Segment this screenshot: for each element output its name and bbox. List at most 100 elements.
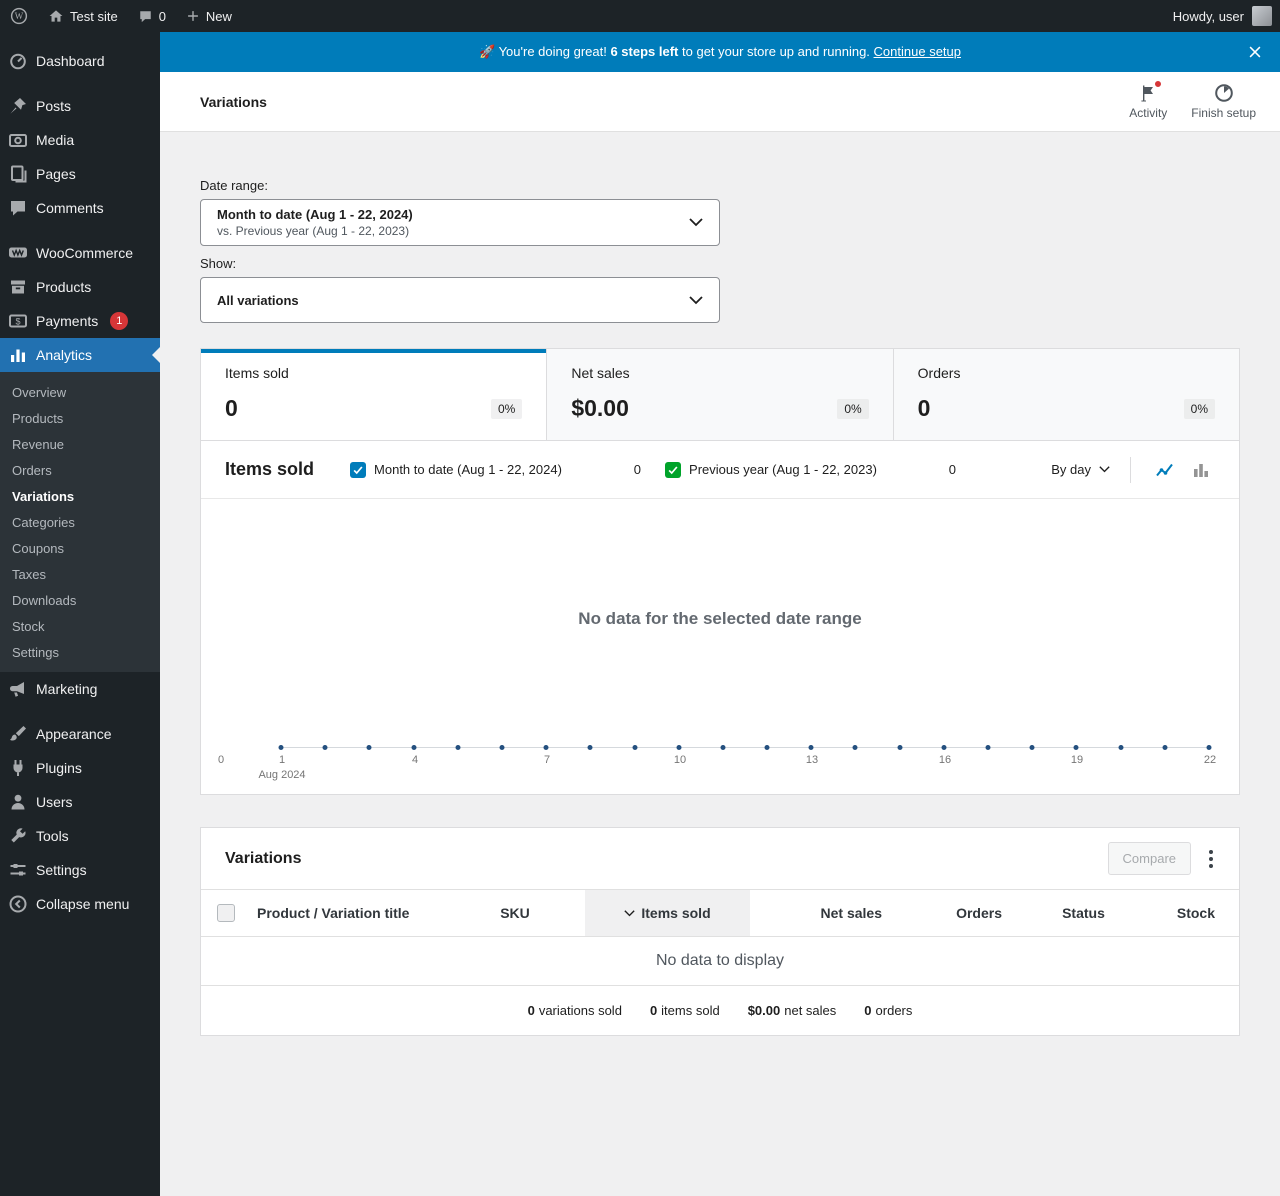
divider (1130, 456, 1131, 483)
avatar (1252, 6, 1272, 26)
x-axis-tick: 1 (278, 754, 286, 766)
y-axis-zero-label: 0 (217, 754, 225, 766)
page-header: Variations Activity Finish setup (160, 72, 1280, 132)
woocommerce-icon (8, 243, 28, 263)
rocket-emoji: 🚀 (479, 44, 496, 59)
bar-chart-toggle[interactable] (1187, 456, 1215, 484)
interval-select[interactable]: By day (1043, 456, 1118, 483)
sidebar-item-media[interactable]: Media (0, 123, 160, 157)
table-header-row: Product / Variation title SKU Items sold… (201, 889, 1239, 937)
date-range-dropdown[interactable]: Month to date (Aug 1 - 22, 2024) vs. Pre… (200, 199, 720, 246)
pin-icon (8, 96, 28, 116)
date-range-value: Month to date (Aug 1 - 22, 2024) (217, 207, 413, 222)
setup-progress-icon (1214, 83, 1234, 103)
account-menu[interactable]: Howdy, user (1173, 6, 1280, 26)
collapse-arrow-icon (8, 894, 28, 914)
sidebar-item-plugins[interactable]: Plugins (0, 751, 160, 785)
sidebar-item-dashboard[interactable]: Dashboard (0, 44, 160, 78)
sliders-icon (8, 860, 28, 880)
sidebar-item-marketing[interactable]: Marketing (0, 672, 160, 706)
delta-badge: 0% (490, 398, 523, 419)
sort-chevron-down-icon (624, 909, 636, 917)
date-range-compare: vs. Previous year (Aug 1 - 22, 2023) (217, 224, 410, 238)
sidebar-item-posts[interactable]: Posts (0, 89, 160, 123)
column-header-orders[interactable]: Orders (906, 890, 1026, 936)
sidebar-item-products[interactable]: Products (0, 270, 160, 304)
comments-shortcut[interactable]: 0 (128, 0, 176, 32)
wordpress-logo[interactable]: W (0, 0, 38, 32)
submenu-item-orders[interactable]: Orders (0, 457, 160, 483)
compare-button[interactable]: Compare (1107, 842, 1191, 875)
x-axis-tick: 16 (938, 754, 952, 766)
summary-tabs: Items sold 0 0% Net sales $0.00 0% Order… (201, 349, 1239, 441)
summary-tab-items-sold[interactable]: Items sold 0 0% (201, 349, 547, 440)
x-axis-tick: 13 (805, 754, 819, 766)
chevron-down-icon (689, 295, 703, 305)
sidebar-item-analytics[interactable]: Analytics (0, 338, 160, 372)
sidebar-item-tools[interactable]: Tools (0, 819, 160, 853)
sidebar-item-settings[interactable]: Settings (0, 853, 160, 887)
column-header-net-sales[interactable]: Net sales (750, 890, 906, 936)
select-all-checkbox[interactable] (217, 904, 235, 922)
legend-item-previous-period[interactable]: Previous year (Aug 1 - 22, 2023) 0 (657, 454, 964, 486)
admin-sidebar: Dashboard Posts Media Pages Comments Woo… (0, 32, 160, 1196)
submenu-item-settings[interactable]: Settings (0, 639, 160, 665)
delta-badge: 0% (1183, 398, 1215, 419)
summary-tab-orders[interactable]: Orders 0 0% (892, 349, 1239, 440)
line-chart-toggle[interactable] (1151, 456, 1179, 484)
submenu-item-products[interactable]: Products (0, 405, 160, 431)
plug-icon (8, 758, 28, 778)
table-menu-button[interactable] (1199, 844, 1223, 874)
submenu-item-variations[interactable]: Variations (0, 483, 160, 509)
chart-empty-message: No data for the selected date range (578, 609, 862, 628)
table-title: Variations (225, 849, 302, 867)
x-axis-tick: 22 (1203, 754, 1217, 766)
show-value: All variations (217, 292, 299, 308)
activity-button[interactable]: Activity (1117, 77, 1179, 126)
submenu-item-categories[interactable]: Categories (0, 509, 160, 535)
close-icon[interactable] (1244, 41, 1266, 63)
bar-chart-icon (8, 345, 28, 365)
date-range-label: Date range: (200, 178, 268, 193)
variations-table-panel: Variations Compare Product / Variation t… (200, 827, 1240, 1036)
submenu-item-revenue[interactable]: Revenue (0, 431, 160, 457)
x-axis-tick: 7 (543, 754, 551, 766)
user-icon (8, 792, 28, 812)
sidebar-item-woocommerce[interactable]: WooCommerce (0, 236, 160, 270)
x-axis-tick: 4 (411, 754, 419, 766)
setup-banner-text: 🚀 You're doing great! 6 steps left to ge… (479, 44, 961, 59)
submenu-item-stock[interactable]: Stock (0, 613, 160, 639)
column-header-title[interactable]: Product / Variation title (251, 890, 445, 936)
show-dropdown[interactable]: All variations (200, 277, 720, 323)
site-name-link[interactable]: Test site (38, 0, 128, 32)
summary-tab-net-sales[interactable]: Net sales $0.00 0% (546, 349, 893, 440)
new-content-button[interactable]: New (176, 0, 242, 32)
sidebar-item-users[interactable]: Users (0, 785, 160, 819)
continue-setup-link[interactable]: Continue setup (874, 44, 961, 59)
sidebar-item-comments[interactable]: Comments (0, 191, 160, 225)
submenu-item-overview[interactable]: Overview (0, 379, 160, 405)
sidebar-item-payments[interactable]: $ Payments 1 (0, 304, 160, 338)
chevron-down-icon (689, 218, 703, 227)
column-header-status: Status (1062, 905, 1105, 921)
column-header-items-sold[interactable]: Items sold (585, 890, 750, 936)
submenu-item-taxes[interactable]: Taxes (0, 561, 160, 587)
new-label: New (205, 8, 232, 24)
finish-setup-button[interactable]: Finish setup (1179, 77, 1268, 126)
box-icon (8, 277, 28, 297)
line-chart-icon (1155, 460, 1175, 480)
chart-baseline-dots (278, 745, 1212, 750)
page-title: Variations (200, 93, 267, 110)
delta-badge: 0% (837, 398, 869, 419)
column-header-sku[interactable]: SKU (445, 890, 585, 936)
camera-icon (8, 130, 28, 150)
sidebar-item-appearance[interactable]: Appearance (0, 717, 160, 751)
submenu-item-downloads[interactable]: Downloads (0, 587, 160, 613)
legend-item-current-period[interactable]: Month to date (Aug 1 - 22, 2024) 0 (342, 454, 649, 486)
home-icon (48, 8, 64, 24)
sidebar-item-pages[interactable]: Pages (0, 157, 160, 191)
column-header-stock[interactable]: Stock (1141, 890, 1239, 936)
submenu-item-coupons[interactable]: Coupons (0, 535, 160, 561)
analytics-content: Date range: Month to date (Aug 1 - 22, 2… (160, 132, 1280, 1196)
collapse-menu-button[interactable]: Collapse menu (0, 887, 160, 921)
